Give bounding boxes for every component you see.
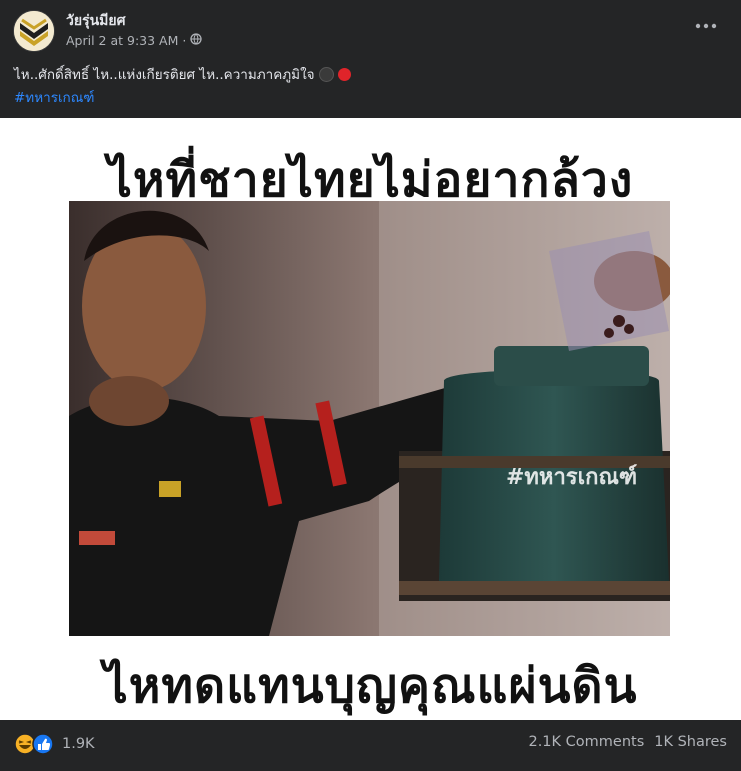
page-avatar[interactable] xyxy=(13,10,55,52)
more-icon[interactable] xyxy=(693,18,719,34)
hashtag-link[interactable]: #ทหารเกณฑ์ xyxy=(14,86,94,108)
reaction-count: 1.9K xyxy=(62,736,95,752)
post-caption: ไห..ศักดิ์สิทธิ์ ไห..แห่งเกียรติยศ ไห..ค… xyxy=(14,63,351,85)
engagement-stats: 2.1K Comments 1K Shares xyxy=(528,734,727,750)
haha-reaction-icon xyxy=(14,733,36,755)
reactions-summary[interactable]: 1.9K xyxy=(14,733,95,755)
post-header: วัยรุ่นมียศ April 2 at 9:33 AM · ไห..ศัก… xyxy=(0,0,741,118)
red-circle-icon xyxy=(337,67,351,81)
image-watermark: #ทหารเกณฑ์ xyxy=(506,465,638,490)
reaction-icons xyxy=(14,733,56,755)
photo: #ทหารเกณฑ์ xyxy=(69,201,670,636)
black-circle-icon xyxy=(318,66,334,82)
meta-separator: · xyxy=(182,33,187,48)
post-timestamp[interactable]: April 2 at 9:33 AM xyxy=(66,33,178,48)
like-reaction-icon xyxy=(32,733,54,755)
image-bottom-text: ไหทดแทนบุญคุณแผ่นดิน xyxy=(103,658,638,714)
post-image[interactable]: ไหที่ชายไทยไม่อยากล้วง #ทหารเกณฑ์ ไหทดแท… xyxy=(0,118,741,720)
shares-count[interactable]: 1K Shares xyxy=(654,734,727,750)
comments-count[interactable]: 2.1K Comments xyxy=(528,734,644,750)
post-meta: April 2 at 9:33 AM · xyxy=(66,33,203,48)
post-footer: 1.9K 2.1K Comments 1K Shares xyxy=(0,720,741,771)
page-name[interactable]: วัยรุ่นมียศ xyxy=(66,10,125,32)
globe-icon xyxy=(190,33,203,48)
caption-text: ไห..ศักดิ์สิทธิ์ ไห..แห่งเกียรติยศ ไห..ค… xyxy=(14,67,315,83)
